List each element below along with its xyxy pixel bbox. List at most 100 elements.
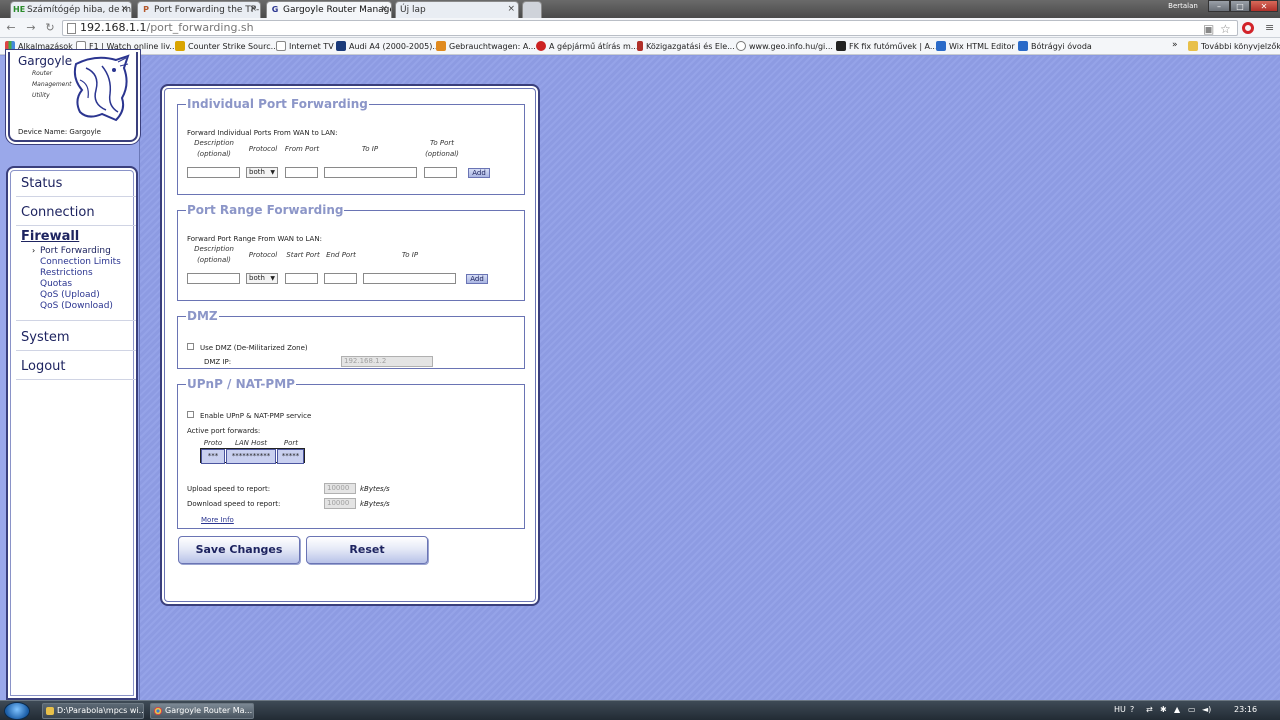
windows-start-icon[interactable]: [4, 702, 30, 720]
close-icon[interactable]: ×: [249, 4, 257, 14]
taskbar-item-mpc[interactable]: D:\Parabola\mpcs wi...: [42, 703, 144, 719]
bookmark-label: Közigazgatási és Ele...: [646, 42, 735, 51]
sidebar-item-connection-limits[interactable]: Connection Limits: [40, 257, 121, 267]
bookmark-label: Wix HTML Editor: [949, 42, 1015, 51]
nav-divider: [16, 350, 136, 351]
sidebar-item-restrictions[interactable]: Restrictions: [40, 268, 93, 278]
translate-icon[interactable]: ▣: [1203, 22, 1214, 36]
wix-icon: [936, 41, 946, 51]
range-protocol-select[interactable]: both ▼: [246, 273, 278, 284]
tab-gargoyle-router[interactable]: G Gargoyle Router Managem ×: [266, 1, 392, 18]
reload-icon[interactable]: ↻: [43, 21, 57, 35]
bluetooth-icon[interactable]: ✱: [1160, 705, 1167, 714]
bookmark-gebrauchtwagen[interactable]: Gebrauchtwagen: A...: [436, 41, 536, 51]
bookmark-f1[interactable]: F1 | Watch online liv...: [76, 41, 177, 51]
user-profile-button[interactable]: Bertalan: [1163, 0, 1203, 12]
nav-logout[interactable]: Logout: [21, 359, 66, 374]
menu-icon[interactable]: ≡: [1265, 21, 1274, 34]
description-input[interactable]: [187, 167, 240, 178]
clock[interactable]: 23:16: [1234, 705, 1257, 714]
address-bar[interactable]: 192.168.1.1/port_forwarding.sh ▣ ☆: [62, 20, 1238, 36]
nav-status[interactable]: Status: [21, 176, 62, 191]
reset-button[interactable]: Reset: [306, 536, 428, 564]
close-icon[interactable]: ×: [507, 4, 515, 14]
chrome-icon: [154, 707, 162, 715]
start-port-input[interactable]: [285, 273, 318, 284]
download-speed-input[interactable]: 10000: [324, 498, 356, 509]
bookmark-star-icon[interactable]: ☆: [1220, 22, 1231, 36]
upload-speed-label: Upload speed to report:: [187, 485, 271, 493]
col-description: Description (optional): [188, 244, 240, 266]
sidebar-item-qos-upload[interactable]: QoS (Upload): [40, 290, 100, 300]
select-value: both: [249, 168, 265, 176]
range-to-ip-input[interactable]: [363, 273, 456, 284]
tab-port-forwarding-tplink[interactable]: P Port Forwarding the TP-L ×: [137, 1, 261, 18]
active-forwards-label: Active port forwards:: [187, 427, 261, 435]
bookmark-botragyi[interactable]: Bótrágyi óvoda: [1018, 41, 1092, 51]
to-ip-input[interactable]: [324, 167, 417, 178]
back-arrow-icon[interactable]: ←: [4, 21, 18, 35]
taskbar-item-chrome[interactable]: Gargoyle Router Ma...: [150, 703, 254, 719]
dmz-ip-input[interactable]: 192.168.1.2: [341, 356, 433, 367]
nav-connection[interactable]: Connection: [21, 205, 95, 220]
bookmark-counter-strike[interactable]: Counter Strike Sourc...: [175, 41, 278, 51]
tab-new-page[interactable]: Új lap ×: [395, 1, 519, 18]
section-intro: Forward Port Range From WAN to LAN:: [187, 235, 322, 243]
new-tab-button[interactable]: [522, 1, 542, 18]
maximize-icon[interactable]: □: [1230, 0, 1250, 12]
save-changes-button[interactable]: Save Changes: [178, 536, 300, 564]
bookmark-apps[interactable]: Alkalmazások: [5, 41, 73, 51]
use-dmz-checkbox[interactable]: [187, 343, 194, 350]
col-protocol: Protocol: [248, 251, 278, 259]
bookmark-gepjarmu[interactable]: A gépjármű átírás m...: [536, 41, 638, 51]
volume-icon[interactable]: ◄): [1202, 705, 1211, 714]
network-icon[interactable]: ⇄: [1146, 705, 1153, 714]
col-to-ip: To IP: [401, 251, 419, 259]
language-indicator[interactable]: HU: [1114, 705, 1126, 714]
range-description-input[interactable]: [187, 273, 240, 284]
col-end-port: End Port: [326, 251, 356, 259]
show-hidden-icons-icon[interactable]: ▲: [1174, 705, 1180, 714]
to-port-input[interactable]: [424, 167, 457, 178]
protocol-select[interactable]: both ▼: [246, 167, 278, 178]
nav-firewall[interactable]: Firewall: [21, 229, 79, 244]
from-port-input[interactable]: [285, 167, 318, 178]
tab-szamitogep-hiba[interactable]: HE Számítógép hiba, de mi a ×: [10, 1, 132, 18]
other-bookmarks[interactable]: További könyvjelzők: [1188, 41, 1280, 51]
col-label: To Port: [429, 139, 455, 147]
col-label: (optional): [425, 150, 459, 158]
sidebar-item-qos-download[interactable]: QoS (Download): [40, 301, 113, 311]
bookmarks-more-icon[interactable]: »: [1172, 40, 1178, 50]
bookmark-label: FK fix futóművek | A...: [849, 42, 938, 51]
sidebar-item-quotas[interactable]: Quotas: [40, 279, 72, 289]
add-range-button[interactable]: Add: [466, 274, 488, 284]
sidebar-item-port-forwarding[interactable]: Port Forwarding: [40, 246, 111, 256]
bookmark-internet-tv[interactable]: Internet TV: [276, 41, 334, 51]
site-icon: [1018, 41, 1028, 51]
opera-extension-icon[interactable]: [1242, 22, 1254, 34]
more-info-link[interactable]: More Info: [201, 516, 234, 524]
nav-divider: [16, 225, 136, 226]
tab-title: Gargoyle Router Managem: [283, 5, 392, 15]
close-icon[interactable]: ×: [380, 4, 388, 14]
add-port-button[interactable]: Add: [468, 168, 490, 178]
help-icon[interactable]: ?: [1130, 705, 1134, 714]
window-close-icon[interactable]: ✕: [1250, 0, 1278, 12]
section-title: Individual Port Forwarding: [187, 97, 368, 111]
bookmark-wix[interactable]: Wix HTML Editor: [936, 41, 1015, 51]
bookmark-geo-info[interactable]: www.geo.info.hu/gi...: [736, 41, 833, 51]
bookmark-kozigazgatasi[interactable]: Közigazgatási és Ele...: [637, 41, 735, 51]
minimize-icon[interactable]: –: [1208, 0, 1230, 12]
gargoyle-logo-icon: [73, 54, 130, 122]
upload-speed-input[interactable]: 10000: [324, 483, 356, 494]
table-cell: *****: [277, 449, 304, 464]
close-icon[interactable]: ×: [120, 4, 128, 14]
bookmark-fk-fix[interactable]: FK fix futóművek | A...: [836, 41, 938, 51]
enable-upnp-checkbox[interactable]: [187, 411, 194, 418]
bookmark-audi[interactable]: Audi A4 (2000-2005)...: [336, 41, 440, 51]
forward-arrow-icon[interactable]: →: [24, 21, 38, 35]
end-port-input[interactable]: [324, 273, 357, 284]
monitor-icon[interactable]: ▭: [1188, 705, 1196, 714]
nav-system[interactable]: System: [21, 330, 69, 345]
enable-upnp-label: Enable UPnP & NAT-PMP service: [200, 412, 312, 420]
